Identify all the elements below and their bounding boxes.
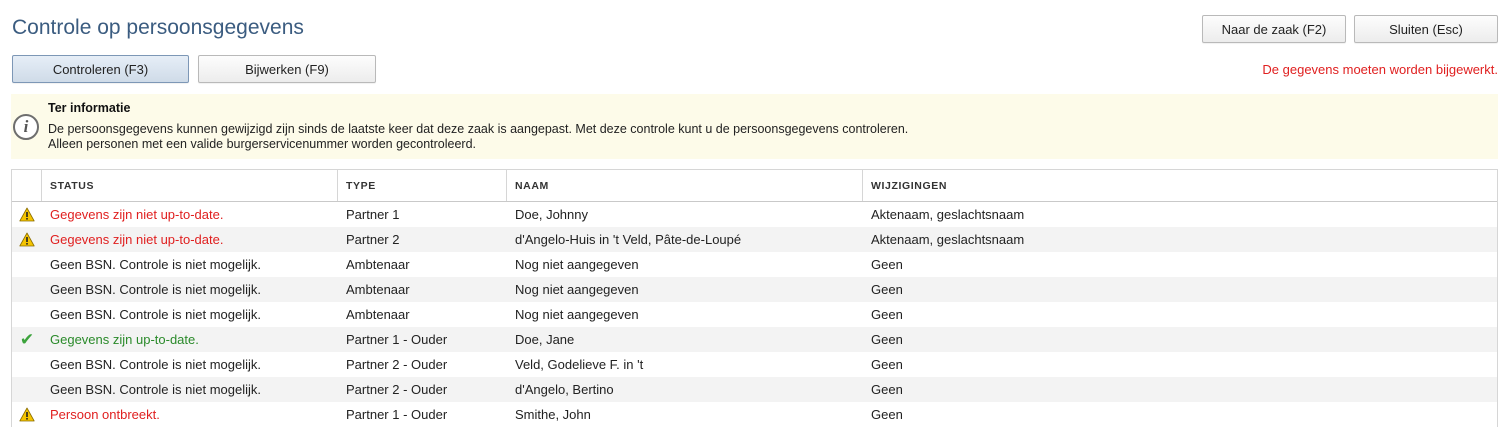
cell-wijzigingen: Geen <box>871 257 903 272</box>
cell-wijzigingen: Geen <box>871 357 903 372</box>
cell-status: Geen BSN. Controle is niet mogelijk. <box>50 257 261 272</box>
row-icon-empty <box>12 277 42 302</box>
info-panel: i Ter informatie De persoonsgegevens kun… <box>11 94 1498 159</box>
cell-type: Ambtenaar <box>346 257 410 272</box>
cell-naam: Doe, Johnny <box>515 207 588 222</box>
cell-wijzigingen: Aktenaam, geslachtsnaam <box>871 232 1025 247</box>
persons-table: STATUS TYPE NAAM WIJZIGINGEN Gegevens zi… <box>11 169 1498 427</box>
cell-naam: Nog niet aangegeven <box>515 307 639 322</box>
cell-naam: Smithe, John <box>515 407 591 422</box>
cell-wijzigingen: Geen <box>871 382 903 397</box>
table-row[interactable]: Geen BSN. Controle is niet mogelijk. Ambt… <box>12 302 1497 327</box>
column-header-wijzigingen[interactable]: WIJZIGINGEN <box>863 170 1497 201</box>
cell-status: Geen BSN. Controle is niet mogelijk. <box>50 307 261 322</box>
info-text-line-2: Alleen personen met een valide burgerser… <box>48 137 477 151</box>
cell-type: Partner 1 <box>346 207 400 222</box>
table-row[interactable]: Persoon ontbreekt. Partner 1 - Ouder Smith… <box>12 402 1497 427</box>
row-icon-empty <box>12 377 42 402</box>
cell-type: Partner 1 - Ouder <box>346 332 448 347</box>
cell-naam: Doe, Jane <box>515 332 575 347</box>
column-header-status[interactable]: STATUS <box>42 170 338 201</box>
cell-type: Partner 1 - Ouder <box>346 407 448 422</box>
page-title: Controle op persoonsgegevens <box>12 16 304 39</box>
cell-naam: Nog niet aangegeven <box>515 282 639 297</box>
table-row[interactable]: Geen BSN. Controle is niet mogelijk. Ambt… <box>12 252 1497 277</box>
cell-wijzigingen: Geen <box>871 307 903 322</box>
cell-type: Ambtenaar <box>346 307 410 322</box>
cell-status: Geen BSN. Controle is niet mogelijk. <box>50 382 261 397</box>
cell-type: Partner 2 <box>346 232 400 247</box>
row-icon-empty <box>12 352 42 377</box>
info-text-line-1: De persoonsgegevens kunnen gewijzigd zij… <box>48 122 909 136</box>
controleren-button[interactable]: Controleren (F3) <box>12 55 189 83</box>
cell-status: Persoon ontbreekt. <box>50 407 160 422</box>
cell-naam: Veld, Godelieve F. in 't <box>515 357 644 372</box>
table-row[interactable]: ✔ Gegevens zijn up-to-date. Partner 1 - Ou… <box>12 327 1497 352</box>
cell-naam: Nog niet aangegeven <box>515 257 639 272</box>
bijwerken-button[interactable]: Bijwerken (F9) <box>198 55 376 83</box>
cell-status: Geen BSN. Controle is niet mogelijk. <box>50 282 261 297</box>
table-row[interactable]: Geen BSN. Controle is niet mogelijk. Ambt… <box>12 277 1497 302</box>
cell-wijzigingen: Aktenaam, geslachtsnaam <box>871 207 1025 222</box>
column-header-icon <box>12 170 42 201</box>
check-icon: ✔ <box>19 330 35 349</box>
table-body: Gegevens zijn niet up-to-date. Partner 1 D… <box>12 202 1497 427</box>
info-icon: i <box>13 114 39 140</box>
table-header: STATUS TYPE NAAM WIJZIGINGEN <box>12 170 1497 202</box>
cell-wijzigingen: Geen <box>871 332 903 347</box>
cell-wijzigingen: Geen <box>871 407 903 422</box>
naar-de-zaak-button[interactable]: Naar de zaak (F2) <box>1202 15 1346 43</box>
cell-naam: d'Angelo-Huis in 't Veld, Pâte-de-Loupé <box>515 232 742 247</box>
warning-icon <box>12 202 42 227</box>
warning-icon <box>12 402 42 427</box>
column-header-naam[interactable]: NAAM <box>507 170 863 201</box>
warning-icon <box>12 227 42 252</box>
cell-status: Gegevens zijn niet up-to-date. <box>50 232 224 247</box>
row-icon-empty <box>12 302 42 327</box>
info-title: Ter informatie <box>48 101 131 115</box>
row-icon-empty <box>12 252 42 277</box>
sluiten-button[interactable]: Sluiten (Esc) <box>1354 15 1498 43</box>
table-row[interactable]: Gegevens zijn niet up-to-date. Partner 1 D… <box>12 202 1497 227</box>
cell-type: Ambtenaar <box>346 282 410 297</box>
cell-status: Gegevens zijn up-to-date. <box>50 332 199 347</box>
table-row[interactable]: Geen BSN. Controle is niet mogelijk. Part… <box>12 352 1497 377</box>
cell-wijzigingen: Geen <box>871 282 903 297</box>
cell-type: Partner 2 - Ouder <box>346 357 448 372</box>
cell-type: Partner 2 - Ouder <box>346 382 448 397</box>
update-required-message: De gegevens moeten worden bijgewerkt. <box>1262 62 1498 77</box>
cell-naam: d'Angelo, Bertino <box>515 382 614 397</box>
table-row[interactable]: Gegevens zijn niet up-to-date. Partner 2 d… <box>12 227 1497 252</box>
table-row[interactable]: Geen BSN. Controle is niet mogelijk. Part… <box>12 377 1497 402</box>
cell-status: Gegevens zijn niet up-to-date. <box>50 207 224 222</box>
column-header-type[interactable]: TYPE <box>338 170 507 201</box>
cell-status: Geen BSN. Controle is niet mogelijk. <box>50 357 261 372</box>
